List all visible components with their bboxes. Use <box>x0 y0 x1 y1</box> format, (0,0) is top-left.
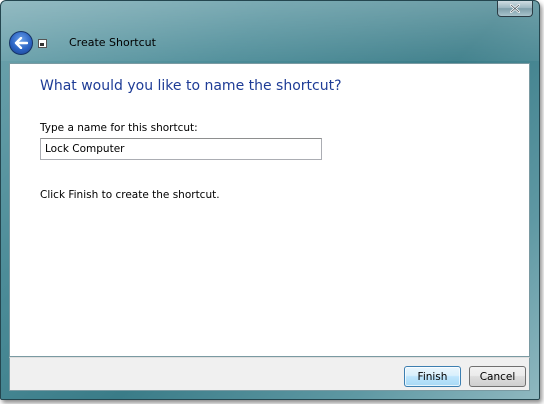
wizard-content: What would you like to name the shortcut… <box>9 63 530 357</box>
close-button[interactable] <box>497 1 533 17</box>
page-heading: What would you like to name the shortcut… <box>40 78 342 94</box>
shortcut-name-input[interactable] <box>40 138 322 160</box>
finish-button[interactable]: Finish <box>404 366 461 387</box>
back-button[interactable] <box>9 31 33 55</box>
finish-instruction: Click Finish to create the shortcut. <box>40 189 220 201</box>
shortcut-wizard-icon <box>38 39 47 48</box>
create-shortcut-dialog: Create Shortcut What would you like to n… <box>0 0 540 400</box>
cancel-button[interactable]: Cancel <box>469 366 526 387</box>
shortcut-name-label: Type a name for this shortcut: <box>40 122 198 134</box>
back-arrow-icon <box>14 37 28 49</box>
wizard-footer: Finish Cancel <box>9 357 530 391</box>
wizard-header: Create Shortcut <box>1 29 539 59</box>
wizard-title: Create Shortcut <box>69 36 156 49</box>
close-icon <box>510 4 520 13</box>
